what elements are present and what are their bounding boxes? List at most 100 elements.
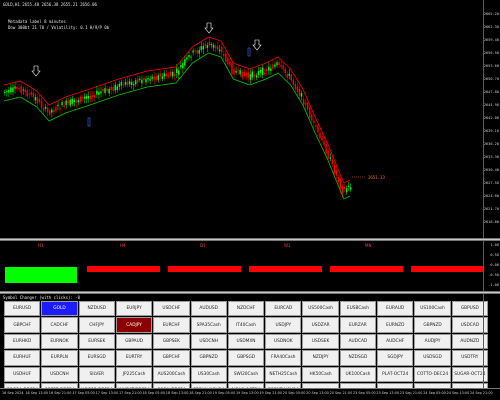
bull-candle [4, 91, 6, 93]
symbol-button-usdjpy[interactable]: USDJPY [265, 317, 302, 333]
symbol-button-gbpnzd[interactable]: GBPNZD [190, 350, 227, 366]
symbol-button-gbpnzd[interactable]: GBPNZD [414, 317, 451, 333]
bear-candle [243, 72, 245, 76]
sell-arrow-icon [252, 39, 262, 51]
symbol-button-eurzar[interactable]: EURZAR [339, 317, 377, 333]
symbol-button-grid: EURUSD GOLD NZDUSD EURJPY USDCHF AUDUSD NZDCHF… [4, 301, 488, 399]
symbol-button-neth25cash[interactable]: NETH25Cash [265, 366, 302, 382]
bear-candle [137, 78, 139, 83]
signal-marker [87, 117, 91, 127]
symbol-button-eurnzd[interactable]: EURNZD [377, 317, 414, 333]
price-axis-tick: 2647.80 [483, 90, 499, 94]
symbol-button-eursek[interactable]: EURSEK [78, 333, 115, 350]
bull-candle [210, 44, 213, 46]
symbol-button-silver[interactable]: SILVER [78, 366, 115, 382]
time-axis-tick: 23 Sep 21:00 [399, 391, 423, 395]
symbol-button-swi20cash[interactable]: SWI20Cash [227, 366, 265, 382]
symbol-button-eusbcash[interactable]: EUSBCash [339, 301, 377, 317]
bull-candle [108, 88, 110, 94]
bull-candle [96, 90, 98, 95]
bear-candle [245, 73, 247, 77]
symbol-button-eurhkd[interactable]: EURHKD [4, 333, 41, 350]
symbol-button-gbpchf[interactable]: GBPCHF [4, 317, 41, 333]
time-axis-tick: 16 Sep 2024 [2, 391, 24, 395]
symbol-button-nzdchf[interactable]: NZDCHF [227, 301, 265, 317]
bull-candle [130, 81, 133, 85]
bull-candle [329, 157, 331, 159]
symbol-button-usdmxn[interactable]: USDMXN [227, 333, 265, 350]
symbol-panel-axis [483, 294, 500, 388]
bear-candle [263, 72, 266, 74]
price-axis-tick: 2630.40 [483, 168, 499, 172]
symbol-button-eurhuf[interactable]: EURHUF [4, 350, 41, 366]
bear-candle [94, 94, 96, 98]
symbol-button-aus200cash[interactable]: AUS200Cash [153, 366, 190, 382]
symbol-button-usdcnh[interactable]: USDCNH [41, 366, 78, 382]
symbol-button-us100cash[interactable]: US100Cash [414, 301, 451, 317]
bull-candle [114, 84, 116, 91]
bear-candle [233, 68, 235, 75]
symbol-button-fra40cash[interactable]: FRA40Cash [265, 350, 302, 366]
symbol-button-sgdjpy[interactable]: SGDJPY [377, 350, 414, 366]
symbol-button-usdhuf[interactable]: USDHUF [4, 366, 41, 382]
symbol-button-eurcad[interactable]: EURCAD [265, 301, 302, 317]
symbol-button-eurchf[interactable]: EURCHF [153, 317, 190, 333]
symbol-button-gold[interactable]: GOLD [41, 301, 78, 317]
bear-candle [208, 41, 211, 46]
price-axis-tick: 2656.50 [483, 51, 499, 55]
symbol-button-gbpsek[interactable]: GBPSEK [153, 333, 190, 350]
symbol-button-audchf[interactable]: AUDCHF [377, 333, 414, 350]
symbol-button-audusd[interactable]: AUDUSD [190, 301, 227, 317]
symbol-button-gbpsgd[interactable]: GBPSGD [227, 350, 265, 366]
symbol-button-spa35cash[interactable]: SPA35Cash [190, 317, 227, 333]
symbol-button-us30cash[interactable]: US30Cash [190, 366, 227, 382]
symbol-button-audcad[interactable]: AUDCAD [339, 333, 377, 350]
symbol-button-gbpchf[interactable]: GBPCHF [153, 350, 190, 366]
symbol-button-eursgd[interactable]: EURSGD [78, 350, 115, 366]
symbol-button-cadjpy[interactable]: CADJPY [115, 317, 153, 333]
symbol-button-euraud[interactable]: EURAUD [377, 301, 414, 317]
bull-candle [128, 81, 131, 85]
symbol-button-jp225cash[interactable]: JP225Cash [115, 366, 153, 382]
symbol-button-cotto-dec24[interactable]: COTTO-DEC24 [414, 366, 451, 382]
symbol-button-us500cash[interactable]: US500Cash [302, 301, 339, 317]
bull-candle [44, 106, 47, 109]
symbol-button-eurusd[interactable]: EURUSD [4, 301, 41, 317]
symbol-button-chfjpy[interactable]: CHFJPY [78, 317, 115, 333]
symbol-button-usdnok[interactable]: USDNOK [265, 333, 302, 350]
bear-candle [79, 96, 82, 102]
trend-signal-panel[interactable]: H1 H4 D1 W1 MN 1.00 0.50 0.00 -0.50 -1.00 [0, 241, 500, 291]
symbol-button-eurnok[interactable]: EURNOK [41, 333, 78, 350]
symbol-button-nzdjpy[interactable]: NZDJPY [302, 350, 339, 366]
symbol-button-uk100cash[interactable]: UK100Cash [339, 366, 377, 382]
bear-candle [92, 95, 94, 97]
symbol-button-usdcnh[interactable]: USDCNH [190, 333, 227, 350]
time-axis-tick: 18 Sep 13:00 [165, 391, 189, 395]
symbol-button-gbpaud[interactable]: GBPAUD [115, 333, 153, 350]
bull-candle [14, 86, 16, 89]
symbol-button-usdsek[interactable]: USDSEK [302, 333, 339, 350]
symbol-button-usdchf[interactable]: USDCHF [153, 301, 190, 317]
symbol-button-hk50cash[interactable]: HK50Cash [302, 366, 339, 382]
symbol-button-nzdusd[interactable]: NZDUSD [78, 301, 115, 317]
bear-candle [319, 132, 321, 139]
symbol-button-it40cash[interactable]: IT40Cash [227, 317, 265, 333]
main-price-chart[interactable]: GOLD,H1 2655.48 2656.38 2655.21 2656.06 … [0, 0, 500, 238]
symbol-button-usdzar[interactable]: USDZAR [302, 317, 339, 333]
symbol-button-eurjpy[interactable]: EURJPY [115, 301, 153, 317]
bear-candle [126, 81, 129, 86]
time-axis-tick: 23 Sep 13:00 [376, 391, 400, 395]
bull-candle [104, 88, 106, 93]
symbol-button-eurpln[interactable]: EURPLN [41, 350, 78, 366]
bear-candle [304, 102, 307, 106]
bull-candle [6, 91, 8, 93]
bull-candle [251, 71, 254, 78]
symbol-button-cadchf[interactable]: CADCHF [41, 317, 78, 333]
bull-candle [257, 71, 260, 76]
symbol-button-nzdsgd[interactable]: NZDSGD [339, 350, 377, 366]
symbol-button-eurtry[interactable]: EURTRY [115, 350, 153, 366]
symbol-button-usdsgd[interactable]: USDSGD [414, 350, 451, 366]
symbol-button-audjpy[interactable]: AUDJPY [414, 333, 451, 350]
symbol-button-plat-oct24[interactable]: PLAT-OCT24 [377, 366, 414, 382]
bear-candle [153, 76, 155, 81]
